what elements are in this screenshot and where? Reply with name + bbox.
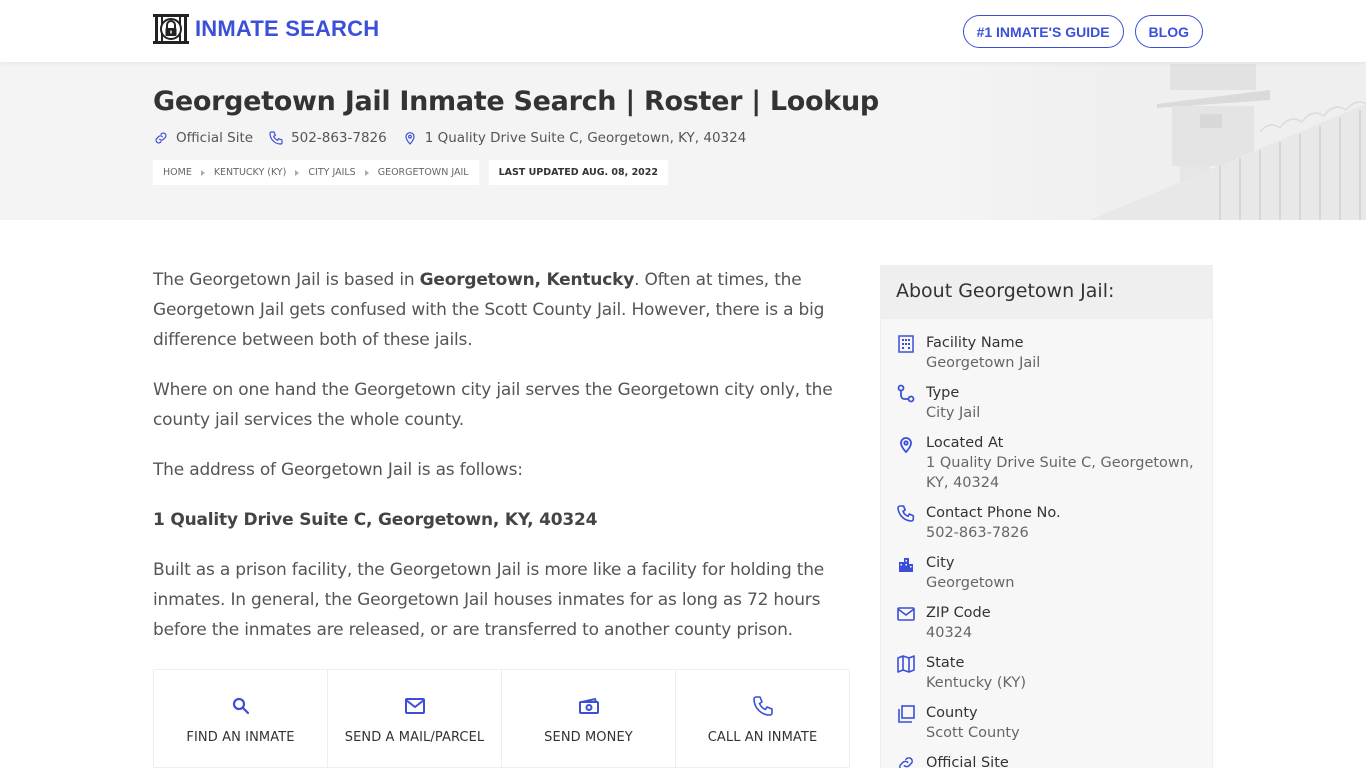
fact-located-at: Located At 1 Quality Drive Suite C, Geor… bbox=[896, 433, 1197, 493]
link-icon bbox=[899, 757, 913, 768]
paragraph-address: 1 Quality Drive Suite C, Georgetown, KY,… bbox=[153, 505, 833, 535]
breadcrumb-state[interactable]: KENTUCKY (KY) bbox=[214, 167, 287, 178]
breadcrumb-home[interactable]: HOME bbox=[163, 167, 192, 178]
link-icon bbox=[155, 132, 167, 144]
paragraph-intro: The Georgetown Jail is based in Georgeto… bbox=[153, 265, 833, 355]
money-icon bbox=[578, 697, 599, 714]
nav-blog-button[interactable]: BLOG bbox=[1134, 15, 1203, 48]
article-body: The Georgetown Jail is based in Georgeto… bbox=[153, 265, 833, 665]
location-bold: Georgetown, Kentucky bbox=[419, 270, 635, 290]
location-pin-icon bbox=[900, 437, 912, 454]
find-inmate-button[interactable]: FIND AN INMATE bbox=[154, 670, 328, 767]
top-navbar: INMATE SEARCH #1 INMATE'S GUIDE BLOG bbox=[0, 0, 1366, 62]
fact-type: Type City Jail bbox=[896, 383, 1197, 423]
fact-label: Type bbox=[926, 385, 960, 401]
action-label: SEND A MAIL/PARCEL bbox=[344, 730, 485, 745]
fact-label: Located At bbox=[926, 435, 1004, 451]
fact-state: State Kentucky (KY) bbox=[896, 653, 1197, 693]
fact-value: Scott County bbox=[926, 725, 1020, 741]
main-nav: #1 INMATE'S GUIDE BLOG bbox=[962, 15, 1203, 48]
page-title: Georgetown Jail Inmate Search | Roster |… bbox=[153, 86, 879, 117]
fact-value: City Jail bbox=[926, 405, 981, 421]
quick-actions: FIND AN INMATE SEND A MAIL/PARCEL SEND M… bbox=[153, 669, 850, 768]
phone-number: 502-863-7826 bbox=[291, 130, 387, 146]
address-text: 1 Quality Drive Suite C, Georgetown, KY,… bbox=[424, 130, 747, 146]
action-label: FIND AN INMATE bbox=[186, 730, 295, 745]
fact-value: Georgetown bbox=[926, 575, 1015, 591]
breadcrumb-current: GEORGETOWN JAIL bbox=[377, 167, 469, 178]
about-sidebar: About Georgetown Jail: Facility Name Geo… bbox=[880, 265, 1213, 768]
phone-icon bbox=[269, 131, 283, 145]
logo-text: INMATE SEARCH bbox=[195, 16, 380, 41]
phone-link[interactable]: 502-863-7826 bbox=[268, 130, 387, 146]
facility-facts: Facility Name Georgetown Jail Type City … bbox=[881, 319, 1212, 768]
action-label: SEND MONEY bbox=[544, 730, 633, 745]
paragraph-address-intro: The address of Georgetown Jail is as fol… bbox=[153, 460, 523, 480]
phone-icon bbox=[897, 505, 915, 522]
fact-city: City Georgetown bbox=[896, 553, 1197, 593]
fact-value: 1 Quality Drive Suite C, Georgetown, KY,… bbox=[926, 455, 1194, 491]
official-site-link[interactable]: Official Site bbox=[153, 130, 253, 146]
breadcrumb: HOME KENTUCKY (KY) CITY JAILS GEORGETOWN… bbox=[153, 160, 479, 185]
breadcrumb-caret-icon bbox=[364, 169, 369, 176]
breadcrumb-caret-icon bbox=[295, 169, 300, 176]
fact-label: Official Site bbox=[926, 755, 1009, 768]
fact-zip-code: ZIP Code 40324 bbox=[896, 603, 1197, 643]
route-icon bbox=[897, 384, 915, 403]
breadcrumb-caret-icon bbox=[200, 169, 205, 176]
fact-value: Georgetown Jail bbox=[926, 355, 1041, 371]
phone-icon bbox=[752, 696, 773, 716]
official-site-label: Official Site bbox=[176, 130, 254, 146]
fact-label: Facility Name bbox=[926, 335, 1024, 351]
fact-contact-phone: Contact Phone No. 502-863-7826 bbox=[896, 503, 1197, 543]
address-bold: 1 Quality Drive Suite C, Georgetown, KY,… bbox=[153, 510, 598, 530]
fact-official-site[interactable]: Official Site bbox=[896, 753, 1197, 768]
breadcrumb-city-jails[interactable]: CITY JAILS bbox=[308, 167, 355, 178]
fact-label: County bbox=[926, 705, 978, 721]
paragraph-facility: Built as a prison facility, the Georgeto… bbox=[153, 560, 825, 640]
nav-inmates-guide-button[interactable]: #1 INMATE'S GUIDE bbox=[962, 15, 1124, 48]
county-icon bbox=[898, 705, 915, 723]
fact-county: County Scott County bbox=[896, 703, 1197, 743]
call-inmate-button[interactable]: CALL AN INMATE bbox=[676, 670, 849, 767]
location-pin-icon bbox=[405, 132, 415, 145]
text: The Georgetown Jail is based in bbox=[153, 270, 420, 290]
building-icon bbox=[898, 335, 914, 353]
last-updated-badge: LAST UPDATED AUG. 08, 2022 bbox=[488, 160, 669, 185]
hero-banner: Georgetown Jail Inmate Search | Roster |… bbox=[0, 62, 1366, 220]
fact-value: 502-863-7826 bbox=[926, 525, 1029, 541]
fact-label: City bbox=[926, 555, 955, 571]
action-label: CALL AN INMATE bbox=[707, 730, 818, 745]
map-icon bbox=[897, 655, 915, 673]
fact-label: Contact Phone No. bbox=[926, 505, 1061, 521]
sidebar-title: About Georgetown Jail: bbox=[881, 266, 1212, 319]
fact-value: 40324 bbox=[926, 625, 973, 641]
fact-label: ZIP Code bbox=[926, 605, 991, 621]
city-icon bbox=[899, 558, 913, 572]
facility-meta: Official Site 502-863-7826 1 Quality Dri… bbox=[153, 130, 761, 146]
search-icon bbox=[232, 697, 249, 715]
send-mail-button[interactable]: SEND A MAIL/PARCEL bbox=[328, 670, 502, 767]
site-logo[interactable]: INMATE SEARCH bbox=[153, 14, 379, 44]
mail-icon bbox=[897, 607, 915, 621]
address: 1 Quality Drive Suite C, Georgetown, KY,… bbox=[402, 130, 747, 146]
fact-label: State bbox=[926, 655, 965, 671]
jail-lock-logo-icon bbox=[153, 14, 189, 44]
fact-facility-name: Facility Name Georgetown Jail bbox=[896, 333, 1197, 373]
breadcrumb-row: HOME KENTUCKY (KY) CITY JAILS GEORGETOWN… bbox=[153, 160, 669, 185]
prison-tower-background-image bbox=[940, 62, 1366, 220]
send-money-button[interactable]: SEND MONEY bbox=[502, 670, 676, 767]
mail-icon bbox=[404, 698, 425, 714]
fact-value: Kentucky (KY) bbox=[926, 675, 1026, 691]
paragraph-city-vs-county: Where on one hand the Georgetown city ja… bbox=[153, 380, 833, 430]
